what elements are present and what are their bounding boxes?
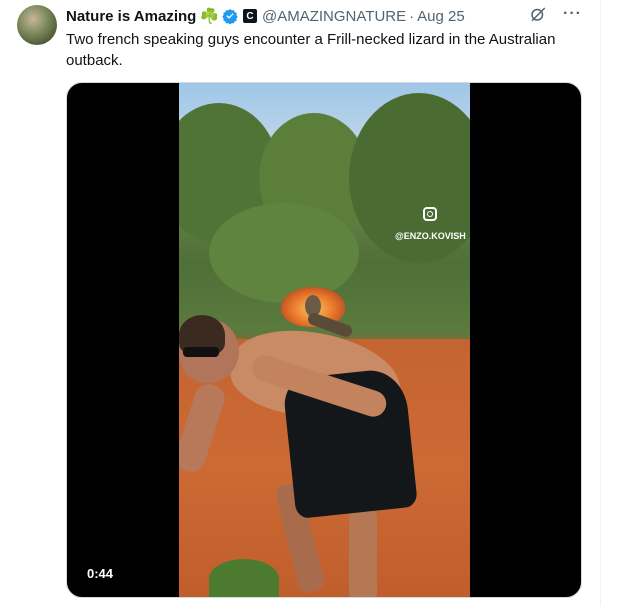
handle[interactable]: @AMAZINGNATURE <box>262 8 406 25</box>
more-icon[interactable]: ··· <box>563 6 582 22</box>
verified-badge-icon[interactable] <box>222 8 238 24</box>
timestamp[interactable]: Aug 25 <box>417 8 465 25</box>
avatar[interactable] <box>17 5 57 45</box>
instagram-icon <box>423 207 438 221</box>
watermark-text: @ENZO.KOVISH <box>395 231 466 241</box>
divider <box>600 0 601 606</box>
tweet-actions: ··· <box>529 5 582 23</box>
display-name[interactable]: Nature is Amazing <box>66 8 196 25</box>
plant <box>209 559 279 597</box>
tweet-text: Two french speaking guys encounter a Fri… <box>66 31 556 69</box>
video-duration: 0:44 <box>81 564 120 583</box>
video-thumbnail[interactable]: @ENZO.KOVISH <box>179 83 470 597</box>
sunglasses <box>183 347 219 357</box>
tweet-header: Nature is Amazing ☘️ C @AMAZINGNATURE · … <box>66 6 584 26</box>
grok-icon[interactable] <box>529 5 547 23</box>
affiliate-badge[interactable]: C <box>243 9 257 23</box>
separator: · <box>409 7 415 25</box>
video-player[interactable]: @ENZO.KOVISH 0:44 <box>66 82 582 598</box>
bush <box>209 203 359 303</box>
person-leg <box>349 508 377 597</box>
tweet[interactable]: Nature is Amazing ☘️ C @AMAZINGNATURE · … <box>0 0 600 606</box>
video-watermark: @ENZO.KOVISH <box>395 207 466 241</box>
shamrock-emoji: ☘️ <box>200 8 219 25</box>
